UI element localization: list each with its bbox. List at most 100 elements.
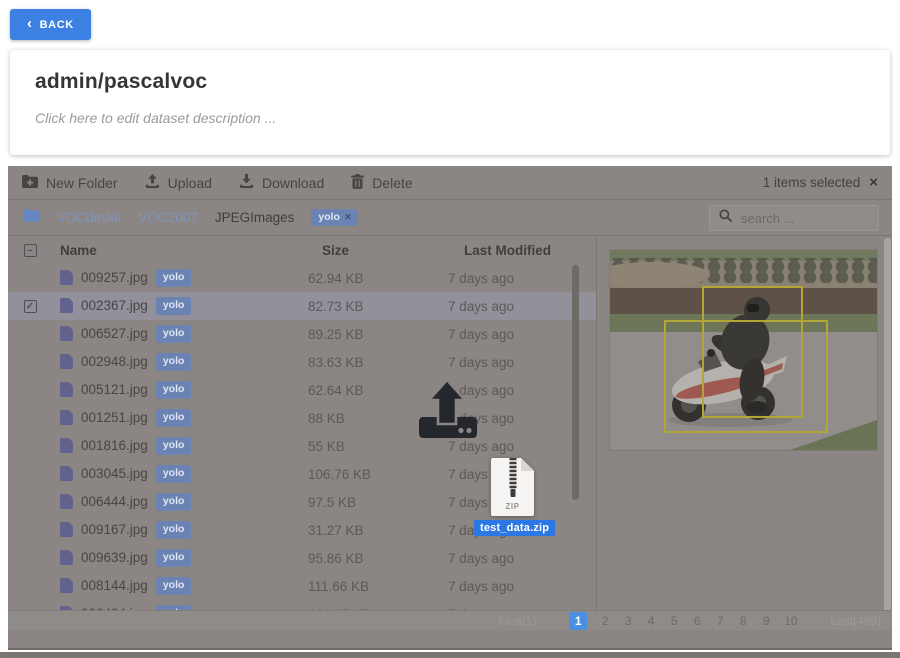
file-icon	[60, 550, 73, 565]
column-header-size[interactable]: Size	[298, 243, 438, 258]
select-all-checkbox[interactable]: –	[24, 244, 37, 257]
preview-scrollbar-track[interactable]	[884, 238, 891, 626]
file-modified: 7 days ago	[438, 579, 596, 594]
table-row[interactable]: ✓001251.jpgyolo88 KB7 days ago	[8, 404, 596, 432]
file-name[interactable]: 009167.jpg	[81, 522, 148, 537]
pagination-next-icon[interactable]: »	[811, 614, 818, 628]
format-badge: yolo	[156, 297, 192, 315]
file-size: 62.94 KB	[298, 271, 438, 286]
column-header-modified[interactable]: Last Modified	[438, 243, 596, 258]
upload-label: Upload	[168, 175, 212, 191]
format-badge: yolo	[156, 549, 192, 567]
file-size: 89.25 KB	[298, 327, 438, 342]
filter-badge-close-icon[interactable]: ×	[345, 211, 351, 225]
table-row[interactable]: ✓005121.jpgyolo62.64 KB7 days ago	[8, 376, 596, 404]
table-row[interactable]: ✓009257.jpgyolo62.94 KB7 days ago	[8, 264, 596, 292]
table-row[interactable]: ✓002948.jpgyolo83.63 KB7 days ago	[8, 348, 596, 376]
search-input[interactable]	[741, 211, 869, 226]
file-size: 97.5 KB	[298, 495, 438, 510]
filter-badge: yolo ×	[311, 209, 358, 227]
zip-icon-text: ZIP	[491, 502, 534, 511]
file-icon	[60, 438, 73, 453]
pagination-page-9[interactable]: 9	[761, 614, 771, 628]
selection-status: 1 items selected ×	[763, 175, 878, 190]
file-icon	[60, 270, 73, 285]
folder-icon[interactable]	[23, 209, 40, 227]
back-button[interactable]: ‹ BACK	[10, 9, 91, 40]
pagination-page-1[interactable]: 1	[569, 612, 587, 630]
trash-icon	[351, 174, 364, 192]
breadcrumb-item-voc2007[interactable]: VOC2007	[139, 210, 198, 225]
upload-icon	[145, 174, 160, 192]
file-icon	[60, 354, 73, 369]
file-size: 83.63 KB	[298, 355, 438, 370]
file-name[interactable]: 002367.jpg	[81, 298, 148, 313]
format-badge: yolo	[156, 465, 192, 483]
pagination-page-10[interactable]: 10	[784, 614, 797, 628]
table-row[interactable]: ✓001816.jpgyolo55 KB7 days ago	[8, 432, 596, 460]
pagination-page-6[interactable]: 6	[692, 614, 702, 628]
clear-selection-icon[interactable]: ×	[869, 175, 878, 190]
table-row[interactable]: ✓008144.jpgyolo111.66 KB7 days ago	[8, 572, 596, 600]
pagination-page-8[interactable]: 8	[738, 614, 748, 628]
pagination-page-3[interactable]: 3	[623, 614, 633, 628]
format-badge: yolo	[156, 577, 192, 595]
file-name[interactable]: 008144.jpg	[81, 578, 148, 593]
file-icon	[60, 494, 73, 509]
new-folder-icon	[22, 175, 38, 191]
pagination-first[interactable]: First(1)	[499, 614, 537, 628]
file-name[interactable]: 009257.jpg	[81, 270, 148, 285]
dragged-zip-file-icon: ZIP	[491, 458, 534, 516]
delete-label: Delete	[372, 175, 412, 191]
download-button[interactable]: Download	[239, 174, 324, 192]
file-name[interactable]: 001251.jpg	[81, 410, 148, 425]
row-checkbox[interactable]: ✓	[24, 300, 37, 313]
file-icon	[60, 410, 73, 425]
file-size: 95.86 KB	[298, 551, 438, 566]
delete-button[interactable]: Delete	[351, 174, 412, 192]
breadcrumb-item-vocdevkit[interactable]: VOCdevkit	[57, 210, 122, 225]
file-name[interactable]: 006527.jpg	[81, 326, 148, 341]
pagination-page-2[interactable]: 2	[600, 614, 610, 628]
file-icon	[60, 326, 73, 341]
file-name[interactable]: 002948.jpg	[81, 354, 148, 369]
pagination-page-5[interactable]: 5	[669, 614, 679, 628]
pagination-last[interactable]: Last(499)	[830, 614, 881, 628]
table-row[interactable]: ✓006527.jpgyolo89.25 KB7 days ago	[8, 320, 596, 348]
file-size: 111.66 KB	[298, 579, 438, 594]
file-size: 106.76 KB	[298, 467, 438, 482]
file-name[interactable]: 009639.jpg	[81, 550, 148, 565]
motorcycle-preview-image	[610, 250, 877, 450]
search-box[interactable]	[709, 205, 879, 231]
file-name[interactable]: 006444.jpg	[81, 494, 148, 509]
file-name[interactable]: 005121.jpg	[81, 382, 148, 397]
table-row[interactable]: ✓002367.jpgyolo82.73 KB7 days ago	[8, 292, 596, 320]
chevron-left-icon: ‹	[27, 16, 33, 31]
file-size: 31.27 KB	[298, 523, 438, 538]
file-name[interactable]: 003045.jpg	[81, 466, 148, 481]
format-badge: yolo	[156, 353, 192, 371]
format-badge: yolo	[156, 409, 192, 427]
filter-badge-label: yolo	[318, 211, 340, 225]
new-folder-button[interactable]: New Folder	[22, 174, 118, 192]
upload-button[interactable]: Upload	[145, 174, 212, 192]
window-bottom-edge	[0, 652, 900, 658]
dataset-description-placeholder[interactable]: Click here to edit dataset description .…	[35, 110, 865, 126]
table-scrollbar-thumb[interactable]	[572, 265, 579, 500]
column-header-name[interactable]: Name	[52, 243, 298, 258]
pagination-page-7[interactable]: 7	[715, 614, 725, 628]
pagination-page-4[interactable]: 4	[646, 614, 656, 628]
file-name[interactable]: 001816.jpg	[81, 438, 148, 453]
new-folder-label: New Folder	[46, 175, 118, 191]
download-label: Download	[262, 175, 324, 191]
dataset-card: admin/pascalvoc Click here to edit datas…	[10, 50, 890, 155]
search-icon	[719, 209, 732, 227]
table-row[interactable]: ✓009639.jpgyolo95.86 KB7 days ago	[8, 544, 596, 572]
file-size: 82.73 KB	[298, 299, 438, 314]
annotated-image-preview[interactable]	[610, 250, 877, 450]
page-fold-corner	[521, 458, 534, 471]
zipper-strip	[509, 458, 516, 489]
selection-count-text: 1 items selected	[763, 175, 861, 190]
drop-upload-icon	[416, 377, 480, 441]
pagination-prev-icon[interactable]: «	[550, 614, 557, 628]
